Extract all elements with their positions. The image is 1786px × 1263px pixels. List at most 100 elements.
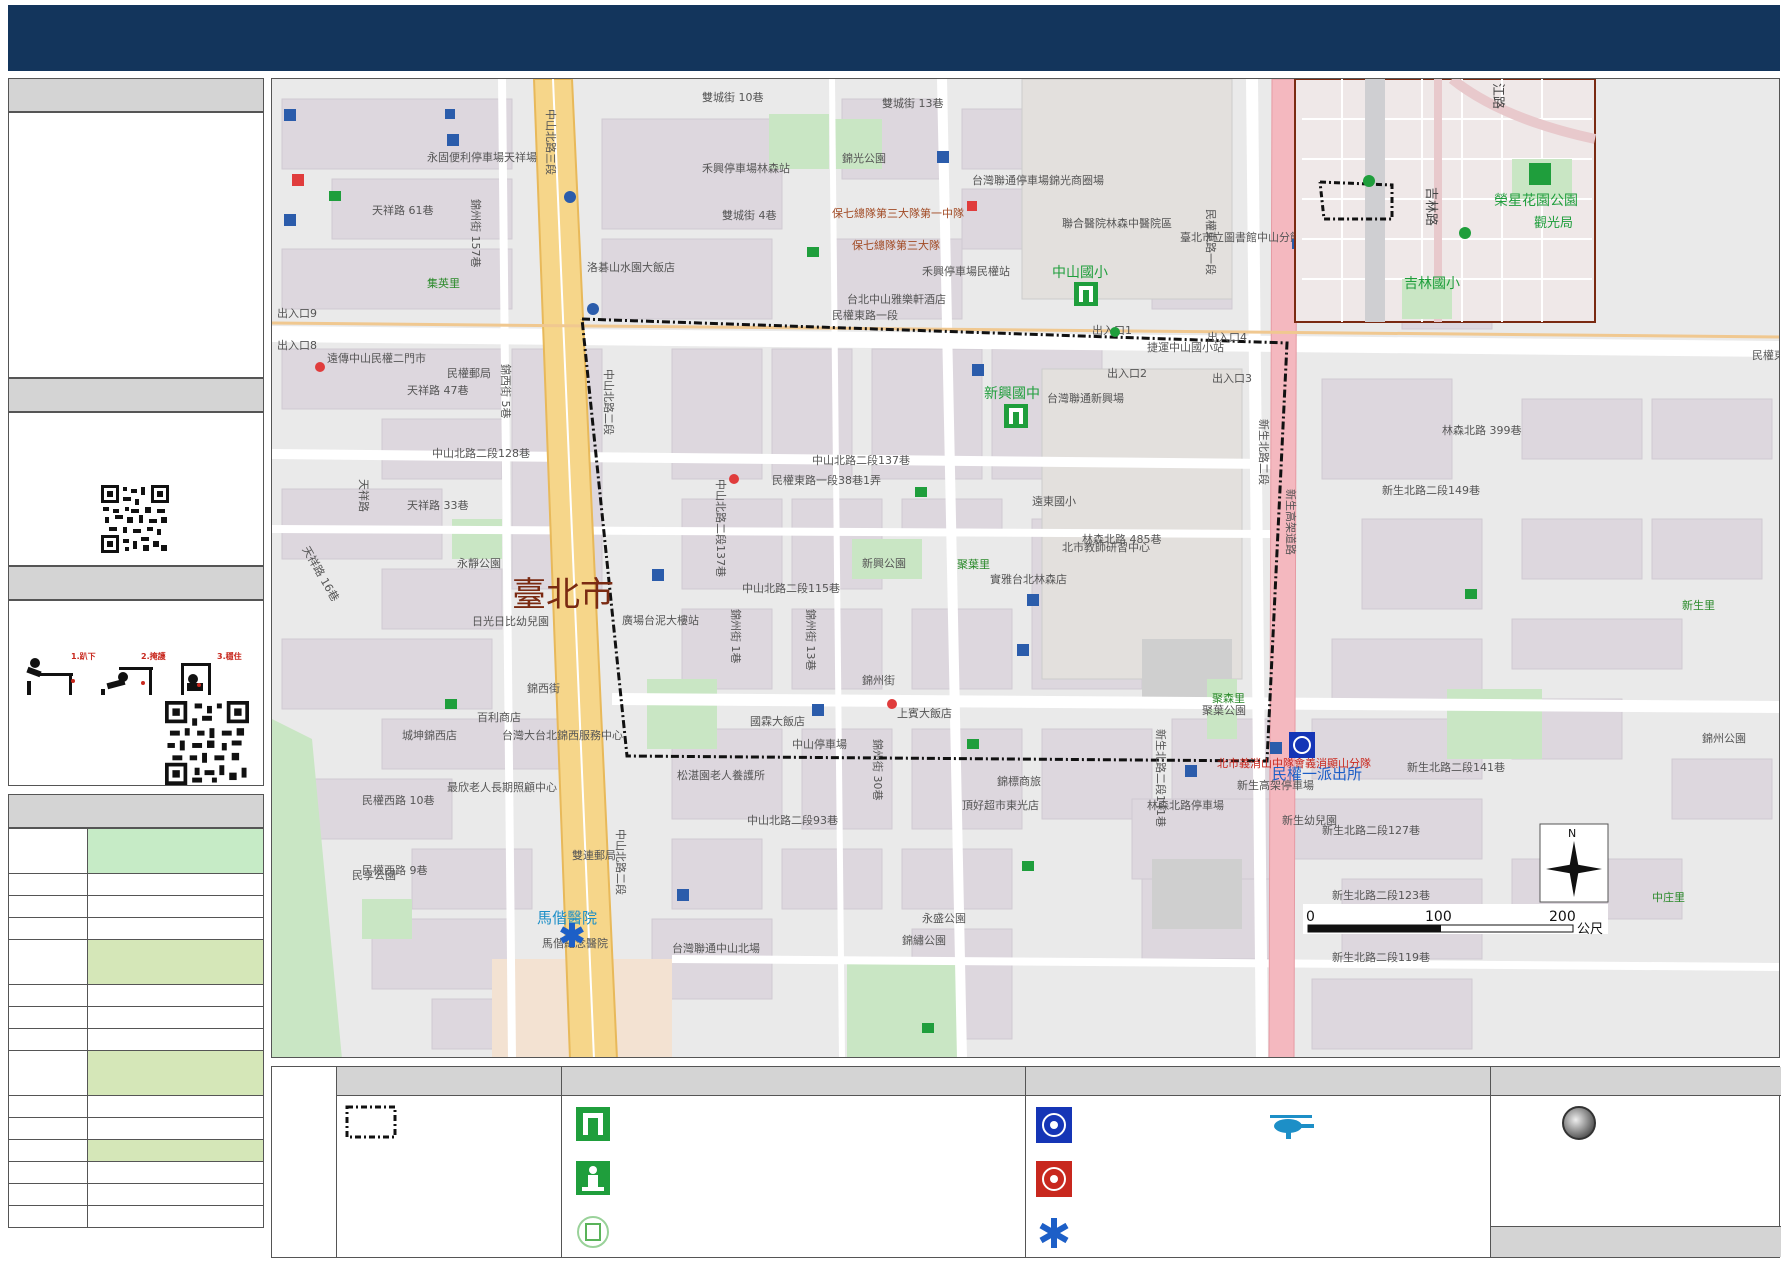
svg-text:0: 0 xyxy=(1306,909,1315,925)
contact-table xyxy=(8,828,264,1228)
poi-label: 永盛公園 xyxy=(922,911,966,925)
poi-label: 民權郵局 xyxy=(447,367,491,380)
legend-col-boundary xyxy=(336,1067,561,1257)
drill-label-1: 1.趴下 xyxy=(71,652,96,661)
poi-label: 國霖大飯店 xyxy=(750,714,805,728)
svg-text:200: 200 xyxy=(1549,909,1576,925)
poi-label: 台灣聯通中山北場 xyxy=(672,941,760,955)
map-canvas[interactable]: 民權東路一段 民權東路二段 民權東路一段38巷1弄 林森北路 399巷 新生北路… xyxy=(272,79,1780,1058)
drill-box: 1.趴下 2.掩護 3.穩住 xyxy=(8,600,264,786)
qr-code-icon[interactable] xyxy=(165,701,249,785)
poi-label: 聚葉里 xyxy=(957,557,990,571)
svg-text:100: 100 xyxy=(1425,909,1452,925)
road-label: 錦州街 13巷 xyxy=(804,609,818,671)
qr-code-icon[interactable] xyxy=(101,485,169,553)
poi-label: 錦州公園 xyxy=(1702,731,1746,745)
boundary-dotted-icon xyxy=(345,1105,397,1139)
road-label: 天祥路 47巷 xyxy=(407,383,469,397)
road-label: 中山北路二段93巷 xyxy=(747,813,838,827)
road-label: 中山北路二段 xyxy=(614,829,628,895)
legend-title-col xyxy=(272,1067,336,1257)
poi-label: 錦光公園 xyxy=(842,151,886,165)
inset-label: 吉林路 xyxy=(1423,187,1439,226)
section-header-contacts xyxy=(8,794,264,828)
poi-label: 上賓大飯店 xyxy=(897,706,952,720)
poi-label: 雙連郵局 xyxy=(572,848,616,862)
legend-panel xyxy=(271,1066,1781,1258)
earthquake-drill-icons: 1.趴下 2.掩護 3.穩住 xyxy=(26,651,242,695)
poi-label: 出入口3 xyxy=(1212,371,1252,385)
drill-label-2: 2.掩護 xyxy=(141,651,167,661)
school-label: 新興國中 xyxy=(984,386,1040,402)
poi-label: 洛碁山水園大飯店 xyxy=(587,260,675,274)
road-label: 錦西街 5巷 xyxy=(499,364,513,419)
poi-label: 禾興停車場民權站 xyxy=(922,264,1010,278)
map-panel[interactable]: 民權東路一段 民權東路二段 民權東路一段38巷1弄 林森北路 399巷 新生北路… xyxy=(271,78,1780,1058)
poi-label: 永靜公園 xyxy=(457,556,501,570)
poi-label: 禾興停車場林森站 xyxy=(702,161,790,175)
police-label: 民權一派出所 xyxy=(1272,765,1362,783)
inset-map[interactable]: 榮星花園公園 觀光局 吉林國小 吉林路 江路 xyxy=(1294,79,1597,323)
svg-text:N: N xyxy=(1568,827,1576,840)
poi-label: 出入口9 xyxy=(277,306,317,320)
road-label: 天祥路 33巷 xyxy=(407,498,469,512)
drill-label-3: 3.穩住 xyxy=(217,651,242,661)
poi-label: 新生里 xyxy=(1682,598,1715,612)
road-label: 新生北路二段141巷 xyxy=(1407,760,1505,774)
road-label: 新生北路二段123巷 xyxy=(1332,888,1430,902)
poi-label: 頂好超市東光店 xyxy=(962,798,1039,812)
road-label: 天祥路 61巷 xyxy=(372,203,434,217)
poi-label: 聯合醫院林森中醫院區 xyxy=(1062,216,1172,230)
road-label: 中山北路二段137巷 xyxy=(714,479,728,577)
poi-label: 保七總隊第三大隊第一中隊 xyxy=(832,206,964,220)
legend-col-shelter xyxy=(561,1067,1025,1257)
road-label: 錦州街 xyxy=(862,673,895,687)
poi-label: 中庄里 xyxy=(1652,890,1685,904)
poi-label: 錦繡公園 xyxy=(902,933,946,947)
road-label: 雙城街 13巷 xyxy=(882,96,944,110)
school-label: 中山國小 xyxy=(1052,265,1108,281)
hospital-label: 馬偕醫院 xyxy=(537,909,597,927)
poi-label: 百利商店 xyxy=(477,710,521,724)
road-label: 民權東路二段 xyxy=(1752,348,1780,362)
road-label: 天祥路 xyxy=(357,479,371,512)
inset-label: 江路 xyxy=(1490,83,1506,109)
circle-point-icon xyxy=(1562,1106,1596,1140)
poi-label: 台灣聯通停車場錦光商圈場 xyxy=(972,173,1104,187)
evacuation-shelter-icon xyxy=(576,1107,610,1141)
section-header-info xyxy=(8,78,264,112)
road-label: 民權東路一段 xyxy=(832,308,898,322)
road-label: 新生高架道路 xyxy=(1284,489,1298,555)
qr-box xyxy=(8,412,264,566)
medical-star-icon xyxy=(1039,1218,1069,1248)
poi-label: 城坤錦西店 xyxy=(402,728,457,742)
legend-col-rescue xyxy=(1025,1067,1490,1257)
road-label: 錦州街 30巷 xyxy=(871,739,885,801)
poi-label: 捷運中山國小站 xyxy=(1147,340,1224,354)
road-label: 雙城街 4巷 xyxy=(722,208,777,222)
road-label: 新生北路二段119巷 xyxy=(1332,950,1430,964)
open-space-icon xyxy=(576,1161,610,1195)
poi-label: 中山停車場 xyxy=(792,737,847,751)
road-label: 新生北路二段 xyxy=(1257,419,1271,485)
road-label: 中山北路二段 xyxy=(602,369,616,435)
inset-label: 吉林國小 xyxy=(1404,276,1460,292)
title-bar xyxy=(8,5,1780,71)
poi-label: 實雅台北林森店 xyxy=(990,572,1067,586)
fire-station-icon xyxy=(1036,1161,1072,1197)
road-label: 錦州街 1巷 xyxy=(729,609,743,664)
poi-label: 遠東國小 xyxy=(1032,495,1076,508)
inset-label: 榮星花園公園 xyxy=(1494,193,1578,209)
poi-label: 聚葉公園 xyxy=(1202,703,1246,717)
poi-label: 最欣老人長期照顧中心 xyxy=(447,780,557,794)
legend-col-other xyxy=(1490,1067,1781,1257)
poi-label: 台北中山雅樂軒酒店 xyxy=(847,292,946,306)
poi-label: 臺北市立圖書館中山分館 xyxy=(1180,230,1301,244)
poi-label: 新興公園 xyxy=(862,556,906,570)
road-label: 雙城街 10巷 xyxy=(702,90,764,104)
north-arrow: N xyxy=(1539,823,1609,903)
poi-label: 聚森里 xyxy=(1212,691,1245,705)
poi-label: 錦標商旅 xyxy=(997,774,1041,788)
poi-label: 日光日比幼兒園 xyxy=(472,614,549,628)
scale-bar: 0 100 200 公尺 xyxy=(1303,904,1608,937)
